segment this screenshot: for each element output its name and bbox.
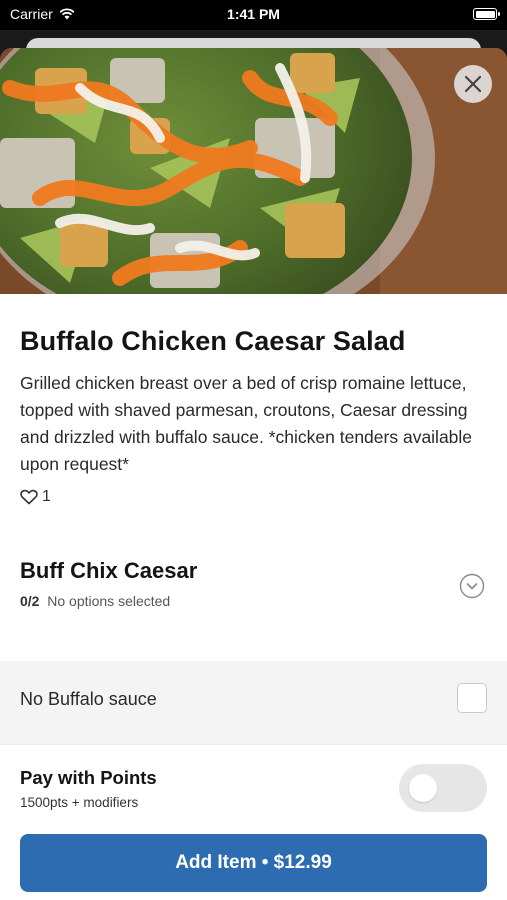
close-icon: [464, 75, 482, 93]
battery-icon: [473, 8, 500, 20]
points-title: Pay with Points: [20, 767, 157, 788]
heart-icon: [20, 489, 38, 505]
pay-with-points-section: Pay with Points 1500pts + modifiers: [0, 745, 507, 835]
modifier-option-row[interactable]: No Buffalo sauce: [0, 661, 507, 745]
modifier-group-status: 0/2 No options selected: [20, 593, 487, 609]
clock: 1:41 PM: [227, 6, 280, 22]
modifier-group-header[interactable]: Buff Chix Caesar 0/2 No options selected: [0, 558, 507, 646]
selection-count: 0/2: [20, 593, 40, 609]
points-subtitle: 1500pts + modifiers: [20, 795, 139, 810]
like-control[interactable]: 1: [20, 488, 487, 506]
points-toggle[interactable]: [399, 764, 487, 812]
modifier-group-title: Buff Chix Caesar: [20, 558, 198, 583]
salad-photo-icon: [0, 48, 507, 294]
add-item-button[interactable]: Add Item • $12.99: [20, 834, 487, 892]
item-photo: [0, 48, 507, 294]
item-description: Grilled chicken breast over a bed of cri…: [20, 373, 473, 474]
toggle-knob: [409, 774, 437, 802]
chevron-down-icon[interactable]: [459, 573, 485, 599]
status-bar: Carrier 1:41 PM: [0, 0, 507, 30]
item-detail-sheet: Buffalo Chicken Caesar Salad Grilled chi…: [0, 48, 507, 900]
selection-status: No options selected: [47, 593, 171, 609]
modifier-option-label: No Buffalo sauce: [20, 689, 157, 709]
modifier-option-checkbox[interactable]: [457, 683, 487, 713]
like-count: 1: [42, 488, 51, 505]
item-title: Buffalo Chicken Caesar Salad: [20, 326, 406, 356]
close-button[interactable]: [454, 65, 492, 103]
